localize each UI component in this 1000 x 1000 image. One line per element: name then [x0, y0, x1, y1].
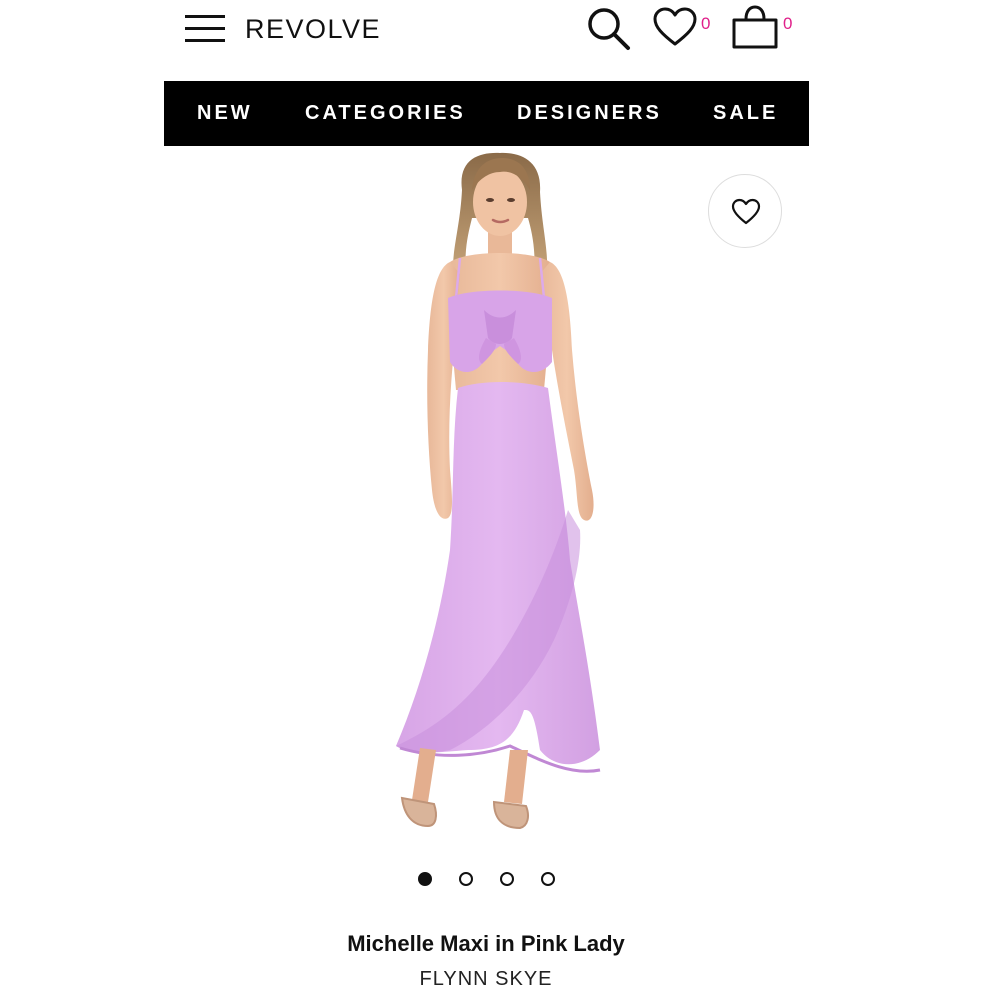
- heart-outline-icon: [731, 198, 761, 225]
- shopping-bag-icon[interactable]: [731, 4, 779, 50]
- image-carousel-dots: [0, 870, 1000, 890]
- product-title: Michelle Maxi in Pink Lady: [347, 931, 625, 956]
- favorite-button[interactable]: [708, 174, 782, 248]
- search-icon[interactable]: [585, 5, 631, 51]
- menu-bar: [185, 15, 225, 18]
- carousel-dot[interactable]: [541, 872, 555, 886]
- logo[interactable]: REVOLVE: [245, 12, 381, 46]
- nav-item-categories[interactable]: CATEGORIES: [305, 81, 466, 146]
- nav-item-new[interactable]: NEW: [197, 81, 253, 146]
- product-brand-link[interactable]: FLYNN SKYE: [0, 966, 972, 992]
- product-image[interactable]: [300, 150, 700, 840]
- nav-item-sale[interactable]: SALE: [713, 81, 778, 146]
- wishlist-heart-icon[interactable]: [652, 6, 698, 48]
- carousel-dot[interactable]: [500, 872, 514, 886]
- hamburger-menu-icon[interactable]: [185, 13, 225, 45]
- menu-bar: [185, 27, 225, 30]
- bag-count-badge: 0: [783, 14, 793, 33]
- main-navigation: NEW CATEGORIES DESIGNERS SALE: [164, 81, 809, 146]
- site-header: REVOLVE 0 0: [0, 0, 1000, 60]
- carousel-dot[interactable]: [459, 872, 473, 886]
- carousel-dot[interactable]: [418, 872, 432, 886]
- menu-bar: [185, 39, 225, 42]
- wishlist-count-badge: 0: [701, 14, 711, 33]
- nav-item-designers[interactable]: DESIGNERS: [517, 81, 662, 146]
